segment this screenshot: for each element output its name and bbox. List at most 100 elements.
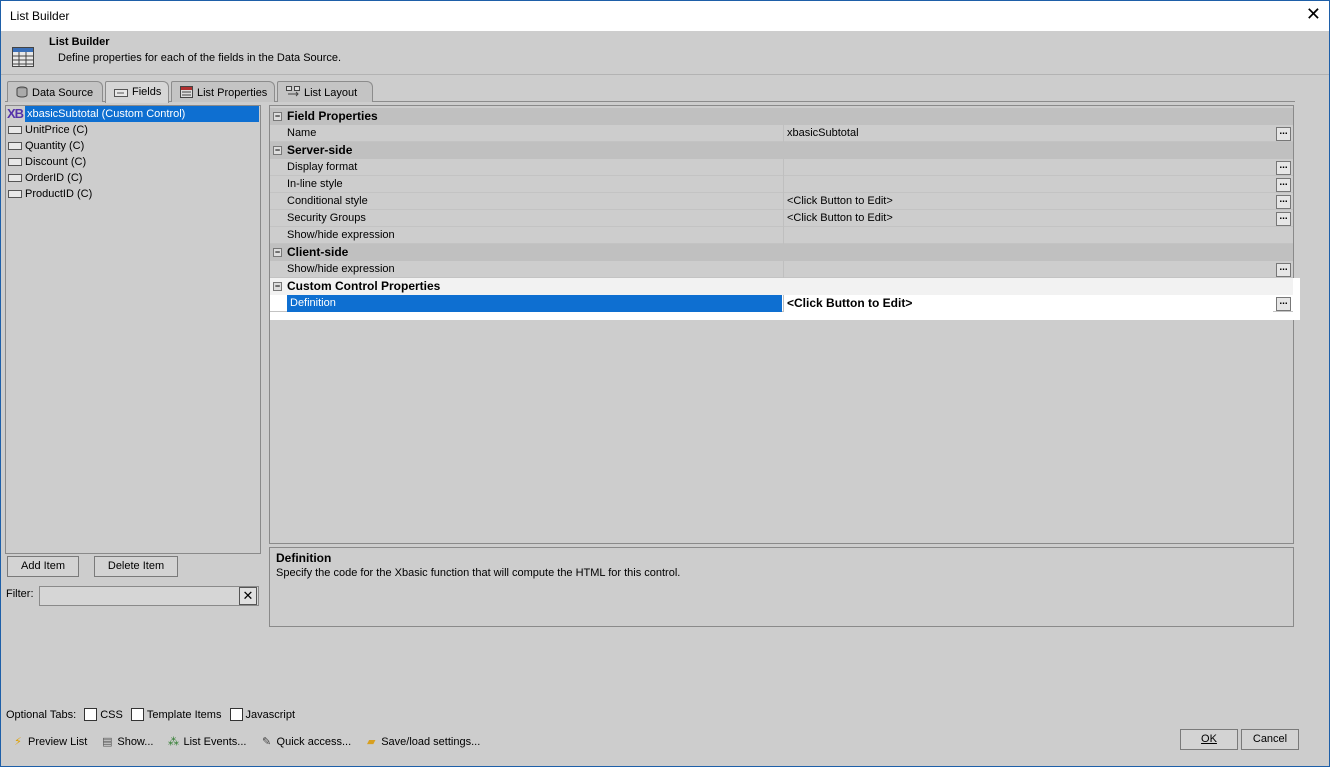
ok-button[interactable]: OK [1180, 729, 1238, 750]
javascript-checkbox[interactable] [229, 708, 243, 721]
property-value[interactable] [783, 261, 1273, 278]
property-name: Show/hide expression [287, 229, 395, 241]
category-title: Client-side [287, 245, 349, 259]
category-client-side: − Client-side [270, 244, 1293, 261]
button-label: Save/load settings... [381, 736, 481, 748]
property-value[interactable]: <Click Button to Edit> [783, 193, 1273, 210]
tab-label: List Layout [304, 87, 358, 99]
ellipsis-button[interactable]: ... [1276, 195, 1291, 209]
show-button[interactable]: ▤ Show... [100, 734, 153, 750]
field-label: xbasicSubtotal (Custom Control) [25, 106, 259, 122]
button-label: Preview List [28, 736, 88, 748]
ellipsis-button[interactable]: ... [1276, 297, 1291, 311]
ellipsis-button[interactable]: ... [1276, 127, 1291, 141]
property-value[interactable] [783, 176, 1273, 193]
header-description: Define properties for each of the fields… [58, 52, 342, 64]
ellipsis-button[interactable]: ... [1276, 178, 1291, 192]
property-grid: − Field Properties Name xbasicSubtotal .… [269, 105, 1300, 544]
collapse-icon[interactable]: − [273, 112, 282, 121]
property-value[interactable] [783, 159, 1273, 176]
field-icon [8, 158, 22, 166]
ellipsis-button[interactable]: ... [1276, 161, 1291, 175]
property-value[interactable]: xbasicSubtotal [783, 125, 1273, 142]
ellipsis-button[interactable]: ... [1276, 212, 1291, 226]
property-row-name[interactable]: Name xbasicSubtotal ... [270, 125, 1293, 142]
property-row-conditional-style[interactable]: Conditional style <Click Button to Edit>… [270, 193, 1293, 210]
list-events-button[interactable]: ⁂ List Events... [167, 734, 246, 750]
folder-icon: ▰ [366, 736, 376, 748]
tab-data-source[interactable]: Data Source [7, 81, 103, 102]
quick-access-button[interactable]: ✎ Quick access... [260, 734, 351, 750]
category-custom-control: − Custom Control Properties [270, 278, 1293, 295]
list-item[interactable]: XB xbasicSubtotal (Custom Control) [6, 106, 260, 122]
field-label: Discount (C) [25, 156, 87, 168]
category-field-properties: − Field Properties [270, 108, 1293, 125]
layout-icon [286, 86, 300, 97]
property-row-definition[interactable]: Definition <Click Button to Edit> ... [270, 295, 1293, 312]
property-value[interactable]: <Click Button to Edit> [783, 295, 1273, 312]
properties-icon [180, 86, 193, 98]
list-item[interactable]: Discount (C) [6, 154, 260, 170]
css-checkbox[interactable] [84, 708, 98, 721]
property-row-inline-style[interactable]: In-line style ... [270, 176, 1293, 193]
property-row-server-show-hide[interactable]: Show/hide expression [270, 227, 1293, 244]
header-title: List Builder [49, 36, 110, 48]
property-row-display-format[interactable]: Display format ... [270, 159, 1293, 176]
property-row-client-show-hide[interactable]: Show/hide expression ... [270, 261, 1293, 278]
tab-list-properties[interactable]: List Properties [171, 81, 275, 102]
category-title: Server-side [287, 143, 353, 157]
field-icon [8, 190, 22, 198]
cancel-button[interactable]: Cancel [1241, 729, 1299, 750]
description-text: Specify the code for the Xbasic function… [276, 567, 681, 579]
bottom-toolbar: ⚡ Preview List ▤ Show... ⁂ List Events... ✎… [11, 734, 490, 750]
filter-input[interactable] [39, 586, 259, 606]
tab-label: Fields [132, 86, 162, 98]
window-title: List Builder [10, 9, 70, 23]
property-name: Definition [287, 295, 782, 312]
tab-strip: Data Source Fields List Properties List … [5, 81, 1295, 103]
close-icon[interactable]: ✕ [1306, 5, 1321, 23]
tab-list-layout[interactable]: List Layout [277, 81, 373, 102]
description-title: Definition [276, 551, 332, 565]
wrench-icon: ✎ [261, 736, 272, 748]
list-item[interactable]: OrderID (C) [6, 170, 260, 186]
list-item[interactable]: ProductID (C) [6, 186, 260, 202]
collapse-icon[interactable]: − [273, 282, 282, 291]
property-value[interactable] [783, 227, 1273, 244]
property-name: In-line style [287, 178, 343, 190]
field-list[interactable]: XB xbasicSubtotal (Custom Control) UnitP… [5, 105, 261, 554]
tab-fields[interactable]: Fields [105, 81, 169, 103]
list-item[interactable]: UnitPrice (C) [6, 122, 260, 138]
ellipsis-button[interactable]: ... [1276, 263, 1291, 277]
filter-label: Filter: [6, 588, 34, 600]
xbasic-icon: XB [7, 106, 24, 121]
checkbox-label: Template Items [146, 709, 222, 721]
description-panel: Definition Specify the code for the Xbas… [269, 547, 1294, 627]
list-item[interactable]: Quantity (C) [6, 138, 260, 154]
field-icon [8, 142, 22, 150]
checkbox-label: Javascript [245, 709, 296, 721]
collapse-icon[interactable]: − [273, 146, 282, 155]
delete-item-button[interactable]: Delete Item [94, 556, 178, 577]
field-label: OrderID (C) [25, 172, 83, 184]
category-title: Custom Control Properties [287, 279, 441, 293]
property-name: Conditional style [287, 195, 368, 207]
collapse-icon[interactable]: − [273, 248, 282, 257]
add-item-button[interactable]: Add Item [7, 556, 79, 577]
optional-tabs-label: Optional Tabs: [6, 709, 77, 721]
category-server-side: − Server-side [270, 142, 1293, 159]
field-icon [114, 89, 128, 97]
optional-tabs: Optional Tabs: CSS Template Items Javasc… [6, 708, 295, 721]
clear-filter-icon[interactable]: ✕ [239, 587, 257, 605]
property-value[interactable]: <Click Button to Edit> [783, 210, 1273, 227]
field-icon [8, 126, 22, 134]
preview-list-button[interactable]: ⚡ Preview List [11, 734, 87, 750]
window-icon: ▤ [102, 736, 113, 748]
template-items-checkbox[interactable] [130, 708, 144, 721]
database-icon [16, 86, 28, 98]
property-name: Security Groups [287, 212, 366, 224]
list-builder-window: List Builder ✕ List Builder Define prope… [0, 0, 1330, 767]
field-icon [8, 174, 22, 182]
save-load-settings-button[interactable]: ▰ Save/load settings... [364, 734, 480, 750]
property-row-security-groups[interactable]: Security Groups <Click Button to Edit> .… [270, 210, 1293, 227]
